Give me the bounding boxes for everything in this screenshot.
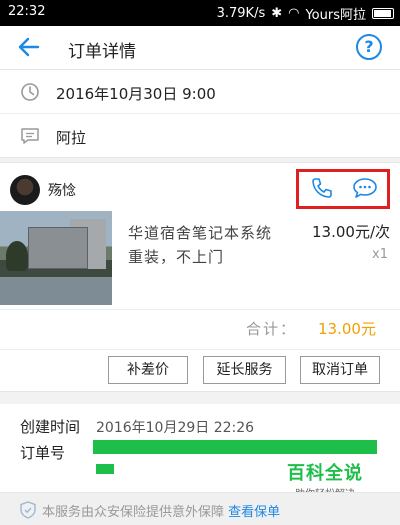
status-time: 22:32 [8, 4, 46, 19]
app-header: 订单详情 ? [0, 26, 400, 70]
status-right: 3.79K/s ✱ ◠ Yours阿拉 [217, 4, 394, 23]
view-policy-link[interactable]: 查看保单 [228, 505, 280, 520]
shield-icon [20, 501, 36, 519]
service-quantity: x1 [372, 247, 388, 262]
total-label: 合计： [246, 320, 298, 338]
extend-service-button[interactable]: 延长服务 [203, 356, 286, 384]
watermark-main: 百科全说 [287, 463, 363, 484]
back-arrow-icon[interactable] [16, 34, 42, 60]
schedule-time-row: 2016年10月30日 9:00 [0, 70, 400, 114]
network-speed: 3.79K/s [216, 6, 266, 21]
carrier-name: Yours阿拉 [305, 8, 366, 23]
service-photo[interactable] [0, 211, 112, 305]
help-icon[interactable]: ? [356, 34, 382, 60]
order-card: 殇惗 华道宿舍笔记本系统重装，不上门 13.00元/次 x1 合计： 13.00… [0, 162, 400, 392]
cancel-order-button[interactable]: 取消订单 [300, 356, 380, 384]
address-text: 阿拉 [56, 129, 87, 147]
service-price: 13.00元/次 [312, 223, 390, 241]
total-value: 13.00元 [318, 320, 376, 338]
total-row: 合计： 13.00元 [0, 309, 400, 345]
phone-icon[interactable] [310, 176, 334, 200]
wifi-icon: ◠ [288, 6, 300, 21]
provider-name: 殇惗 [48, 183, 76, 199]
message-icon [21, 128, 39, 144]
action-buttons: 补差价 延长服务 取消订单 [0, 349, 400, 389]
insurance-footer: 本服务由众安保险提供意外保障 查看保单 [0, 492, 400, 525]
created-time-value: 2016年10月29日 22:26 [96, 420, 255, 436]
bluetooth-icon: ✱ [271, 6, 283, 21]
address-row: 阿拉 [0, 114, 400, 158]
clock-icon [21, 83, 39, 101]
page-title: 订单详情 [68, 42, 136, 62]
redacted-order-number [93, 440, 377, 454]
avatar[interactable] [10, 175, 40, 205]
supplement-price-button[interactable]: 补差价 [108, 356, 188, 384]
redacted-mark [96, 464, 114, 474]
insurance-text: 本服务由众安保险提供意外保障 [42, 505, 225, 520]
service-name[interactable]: 华道宿舍笔记本系统重装，不上门 [128, 221, 278, 269]
order-number-label: 订单号 [20, 444, 66, 462]
schedule-time: 2016年10月30日 9:00 [56, 85, 216, 103]
chat-icon[interactable] [352, 176, 378, 200]
status-bar: 22:32 3.79K/s ✱ ◠ Yours阿拉 [0, 0, 400, 26]
battery-icon [372, 8, 394, 19]
created-time-label: 创建时间 [20, 418, 81, 436]
